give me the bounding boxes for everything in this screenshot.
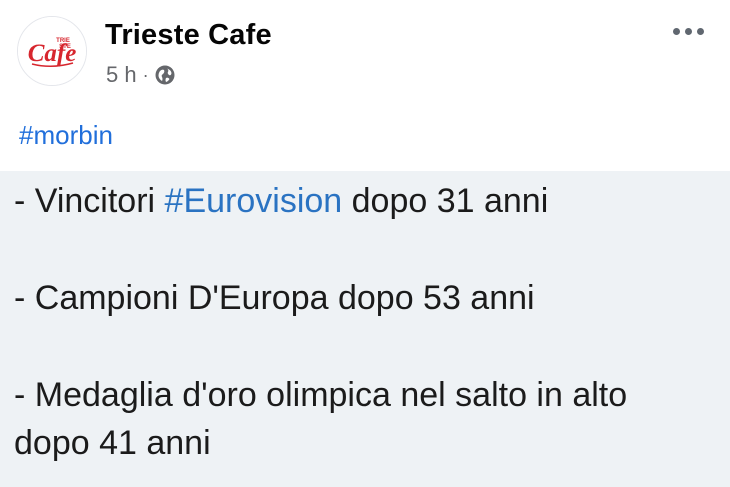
- eurovision-hashtag: #Eurovision: [164, 182, 343, 220]
- trieste-cafe-logo: Cafe TRIE STE: [18, 17, 86, 85]
- page-name[interactable]: Trieste Cafe: [105, 19, 272, 52]
- image-text-line-1: - Vincitori #Eurovision dopo 31 anni: [14, 182, 548, 221]
- post-header: Cafe TRIE STE Trieste Cafe 5 h ·: [0, 0, 730, 110]
- line1-prefix: - Vincitori: [14, 182, 165, 220]
- logo-small-bottom: STE: [59, 44, 71, 50]
- meta-separator: ·: [142, 64, 149, 85]
- post-timestamp[interactable]: 5 h: [106, 62, 137, 88]
- image-text-line-2: - Campioni D'Europa dopo 53 anni: [14, 279, 535, 317]
- post-meta: 5 h ·: [106, 60, 176, 90]
- page-avatar[interactable]: Cafe TRIE STE: [17, 16, 87, 86]
- image-text-line-3: - Medaglia d'oro olimpica nel salto in a…: [14, 376, 628, 414]
- more-dot: [672, 27, 680, 35]
- more-dot: [684, 27, 692, 35]
- post-image[interactable]: - Vincitori #Eurovision dopo 31 anni - C…: [0, 171, 730, 487]
- line1-suffix: dopo 31 anni: [342, 182, 549, 220]
- more-dot: [696, 27, 704, 35]
- more-options-icon[interactable]: [666, 18, 710, 44]
- globe-icon: [154, 64, 176, 86]
- image-text-line-3-continued: dopo 41 anni: [14, 424, 211, 462]
- hashtag-link[interactable]: #morbin: [19, 120, 113, 151]
